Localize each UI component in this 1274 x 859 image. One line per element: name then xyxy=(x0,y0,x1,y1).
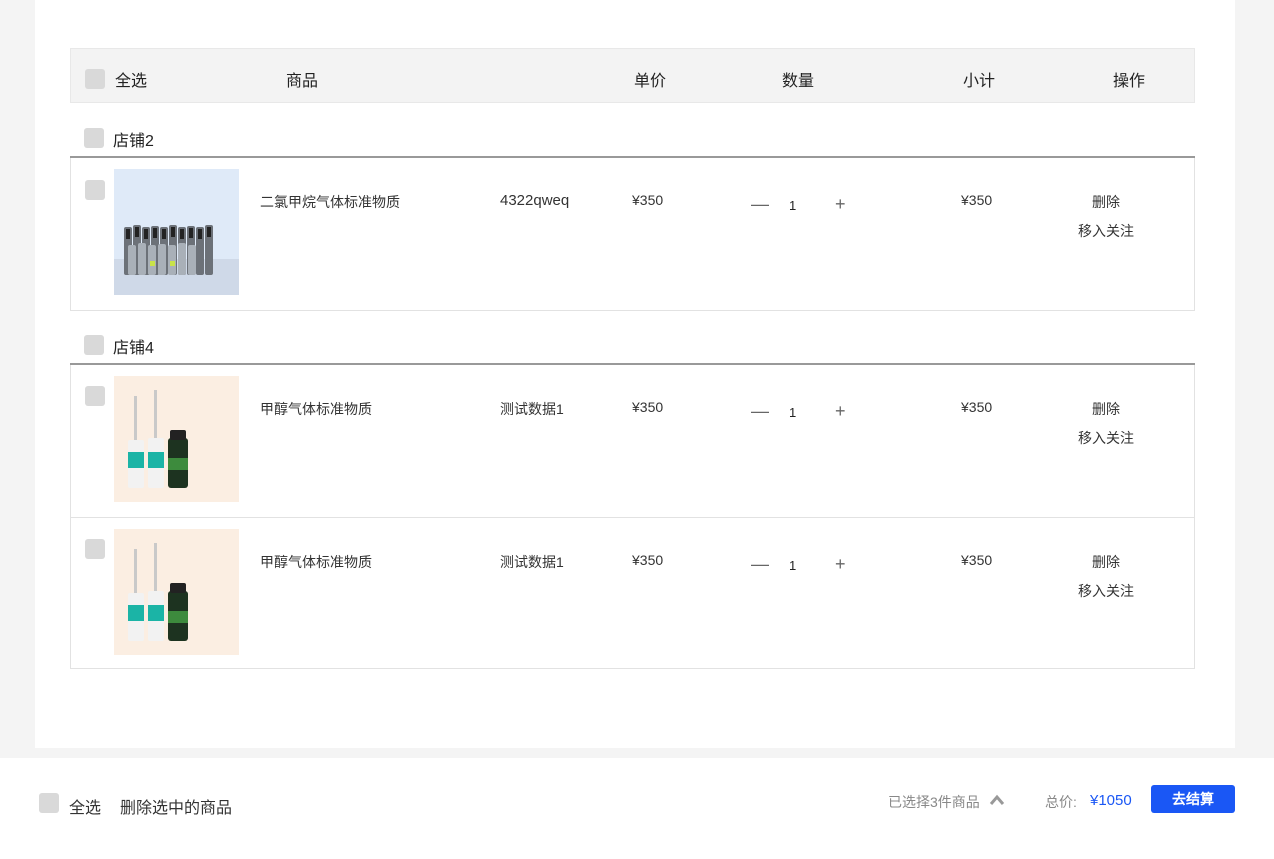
total-price-value: ¥1050 xyxy=(1090,792,1132,809)
product-spec: 测试数据1 xyxy=(500,401,564,417)
quantity-value[interactable]: 1 xyxy=(789,558,796,573)
quantity-increase-button[interactable]: + xyxy=(835,554,846,575)
delete-item-link[interactable]: 删除 xyxy=(1071,192,1141,212)
quantity-stepper: — 1 + xyxy=(747,401,847,423)
quantity-increase-button[interactable]: + xyxy=(835,194,846,215)
cart-table-header: 全选 商品 单价 数量 小计 操作 xyxy=(70,48,1195,103)
header-select-all-label: 全选 xyxy=(115,73,148,90)
cart-item-row: 甲醇气体标准物质 测试数据1 ¥350 — 1 + ¥350 删除 移入关注 xyxy=(71,517,1194,668)
quantity-increase-button[interactable]: + xyxy=(835,401,846,422)
item-checkbox[interactable] xyxy=(85,386,105,406)
shop-checkbox[interactable] xyxy=(84,128,104,148)
quantity-value[interactable]: 1 xyxy=(789,405,796,420)
delete-selected-button[interactable]: 删除选中的商品 xyxy=(120,794,232,818)
delete-item-link[interactable]: 删除 xyxy=(1071,552,1141,572)
item-checkbox[interactable] xyxy=(85,539,105,559)
quantity-stepper: — 1 + xyxy=(747,554,847,576)
quantity-stepper: — 1 + xyxy=(747,194,847,216)
shop-checkbox[interactable] xyxy=(84,335,104,355)
product-name[interactable]: 甲醇气体标准物质 xyxy=(260,399,372,419)
header-unit-price: 单价 xyxy=(634,73,667,90)
product-image[interactable] xyxy=(114,529,239,655)
item-subtotal: ¥350 xyxy=(961,552,993,568)
cart-item-row: 二氯甲烷气体标准物质 4322qweq ¥350 — 1 + ¥350 删除 移… xyxy=(71,158,1194,310)
shop-item-list: 甲醇气体标准物质 测试数据1 ¥350 — 1 + ¥350 删除 移入关注 甲… xyxy=(70,365,1195,669)
footer-select-all-label[interactable]: 全选 xyxy=(69,794,101,818)
header-actions: 操作 xyxy=(1113,73,1146,90)
move-to-favorites-link[interactable]: 移入关注 xyxy=(1071,428,1141,448)
move-to-favorites-link[interactable]: 移入关注 xyxy=(1071,581,1141,601)
quantity-decrease-button[interactable]: — xyxy=(751,401,769,422)
unit-price: ¥350 xyxy=(632,192,664,208)
total-price-label: 总价: xyxy=(1045,794,1077,810)
item-checkbox[interactable] xyxy=(85,180,105,200)
product-spec: 4322qweq xyxy=(500,192,570,209)
selected-count[interactable]: 已选择3件商品 xyxy=(888,792,980,812)
product-image[interactable] xyxy=(114,376,239,502)
item-subtotal: ¥350 xyxy=(961,192,993,208)
cart-item-row: 甲醇气体标准物质 测试数据1 ¥350 — 1 + ¥350 删除 移入关注 xyxy=(71,365,1194,517)
cart-panel: 全选 商品 单价 数量 小计 操作 店铺2 二氯甲烷气体标准物质 4322qwe… xyxy=(35,0,1235,748)
move-to-favorites-link[interactable]: 移入关注 xyxy=(1071,221,1141,241)
shop-name: 店铺2 xyxy=(113,133,154,150)
select-all-checkbox[interactable] xyxy=(85,69,105,89)
quantity-decrease-button[interactable]: — xyxy=(751,554,769,575)
chevron-up-icon[interactable] xyxy=(989,793,1005,811)
checkout-button[interactable]: 去结算 xyxy=(1151,785,1235,813)
footer-select-all-checkbox[interactable] xyxy=(39,793,59,813)
product-spec: 测试数据1 xyxy=(500,554,564,570)
checkout-bar: 全选 删除选中的商品 已选择3件商品 总价: ¥1050 去结算 xyxy=(0,758,1274,859)
item-subtotal: ¥350 xyxy=(961,399,993,415)
shop-name: 店铺4 xyxy=(113,340,154,357)
shop-header: 店铺4 xyxy=(70,334,1195,357)
quantity-value[interactable]: 1 xyxy=(789,198,796,213)
header-product: 商品 xyxy=(286,73,319,90)
quantity-decrease-button[interactable]: — xyxy=(751,194,769,215)
product-image[interactable] xyxy=(114,169,239,295)
delete-item-link[interactable]: 删除 xyxy=(1071,399,1141,419)
shop-item-list: 二氯甲烷气体标准物质 4322qweq ¥350 — 1 + ¥350 删除 移… xyxy=(70,158,1195,311)
product-name[interactable]: 二氯甲烷气体标准物质 xyxy=(260,192,400,212)
unit-price: ¥350 xyxy=(632,399,664,415)
product-name[interactable]: 甲醇气体标准物质 xyxy=(260,552,372,572)
shop-header: 店铺2 xyxy=(70,127,1195,150)
unit-price: ¥350 xyxy=(632,552,664,568)
header-subtotal: 小计 xyxy=(963,73,996,90)
header-quantity: 数量 xyxy=(782,73,815,90)
